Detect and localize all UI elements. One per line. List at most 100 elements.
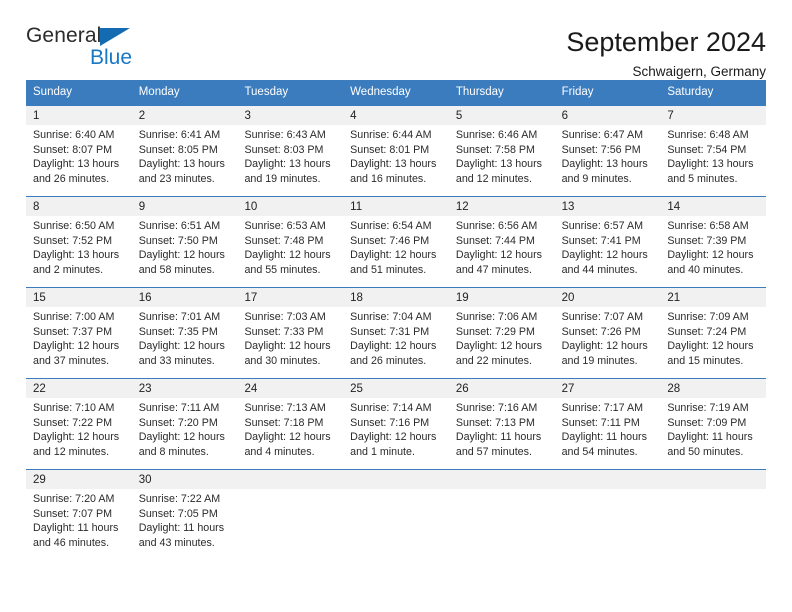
sunset-text: Sunset: 7:20 PM [138,416,218,429]
daylight-text-line2: and 4 minutes. [244,445,315,458]
day-details: Sunrise: 6:53 AM Sunset: 7:48 PM Dayligh… [237,216,343,285]
generalblue-logo[interactable]: General Blue [26,24,156,72]
daylight-text-line2: and 26 minutes. [33,172,110,185]
day-cell[interactable]: 5 Sunrise: 6:46 AM Sunset: 7:58 PM Dayli… [448,106,555,196]
daylight-text-line2: and 16 minutes. [350,172,427,185]
daylight-text-line2: and 19 minutes. [561,354,638,367]
day-cell[interactable]: 3 Sunrise: 6:43 AM Sunset: 8:03 PM Dayli… [237,106,344,196]
day-number: 13 [554,197,661,216]
day-number [660,470,767,489]
sunrise-text: Sunrise: 7:14 AM [350,402,432,414]
day-cell[interactable]: 27 Sunrise: 7:17 AM Sunset: 7:11 PM Dayl… [554,379,661,469]
sunset-text: Sunset: 7:52 PM [33,234,113,247]
day-cell[interactable]: 26 Sunrise: 7:16 AM Sunset: 7:13 PM Dayl… [448,379,555,469]
weekday-header-saturday: Saturday [667,86,714,98]
day-cell[interactable]: 9 Sunrise: 6:51 AM Sunset: 7:50 PM Dayli… [131,197,238,287]
day-number: 14 [660,197,767,216]
day-cell[interactable]: 19 Sunrise: 7:06 AM Sunset: 7:29 PM Dayl… [448,288,555,378]
day-details: Sunrise: 6:46 AM Sunset: 7:58 PM Dayligh… [449,125,555,194]
sunrise-text: Sunrise: 6:40 AM [33,129,115,141]
day-number [343,470,449,489]
weekday-header-friday: Friday [561,86,594,98]
day-cell[interactable]: 20 Sunrise: 7:07 AM Sunset: 7:26 PM Dayl… [554,288,661,378]
day-details: Sunrise: 6:41 AM Sunset: 8:05 PM Dayligh… [132,125,238,194]
day-cell[interactable]: 24 Sunrise: 7:13 AM Sunset: 7:18 PM Dayl… [237,379,344,469]
day-cell[interactable]: 1 Sunrise: 6:40 AM Sunset: 8:07 PM Dayli… [26,106,132,196]
daylight-text-line1: Daylight: 12 hours [350,249,437,262]
day-details [449,489,555,500]
week-row: 8 Sunrise: 6:50 AM Sunset: 7:52 PM Dayli… [26,196,767,287]
sunset-text: Sunset: 7:56 PM [561,143,641,156]
day-details: Sunrise: 7:14 AM Sunset: 7:16 PM Dayligh… [343,398,449,467]
sunset-text: Sunset: 7:11 PM [561,416,640,429]
day-cell[interactable]: 21 Sunrise: 7:09 AM Sunset: 7:24 PM Dayl… [660,288,767,378]
day-cell[interactable]: 30 Sunrise: 7:22 AM Sunset: 7:05 PM Dayl… [131,470,238,560]
day-details: Sunrise: 6:58 AM Sunset: 7:39 PM Dayligh… [660,216,766,285]
day-cell[interactable]: 16 Sunrise: 7:01 AM Sunset: 7:35 PM Dayl… [131,288,238,378]
daylight-text-line1: Daylight: 12 hours [244,340,331,353]
daylight-text-line1: Daylight: 11 hours [561,431,647,444]
day-details: Sunrise: 6:50 AM Sunset: 7:52 PM Dayligh… [26,216,132,285]
daylight-text-line2: and 43 minutes. [138,536,215,549]
day-cell[interactable]: 11 Sunrise: 6:54 AM Sunset: 7:46 PM Dayl… [343,197,449,287]
daylight-text-line1: Daylight: 12 hours [33,340,120,353]
day-cell-empty [660,470,767,560]
sunrise-text: Sunrise: 7:09 AM [667,311,749,323]
day-details [237,489,343,500]
sunset-text: Sunset: 7:22 PM [33,416,113,429]
sunset-text: Sunset: 7:13 PM [455,416,535,429]
sunset-text: Sunset: 7:35 PM [138,325,218,338]
sunrise-text: Sunrise: 6:47 AM [561,129,643,141]
day-cell[interactable]: 7 Sunrise: 6:48 AM Sunset: 7:54 PM Dayli… [660,106,767,196]
daylight-text-line1: Daylight: 13 hours [33,249,120,262]
day-cell[interactable]: 25 Sunrise: 7:14 AM Sunset: 7:16 PM Dayl… [343,379,449,469]
day-number: 18 [343,288,449,307]
day-number: 5 [448,106,555,125]
day-cell[interactable]: 8 Sunrise: 6:50 AM Sunset: 7:52 PM Dayli… [26,197,132,287]
sunrise-text: Sunrise: 6:57 AM [561,220,643,232]
day-details: Sunrise: 7:16 AM Sunset: 7:13 PM Dayligh… [449,398,555,467]
daylight-text-line1: Daylight: 12 hours [138,249,225,262]
day-cell[interactable]: 13 Sunrise: 6:57 AM Sunset: 7:41 PM Dayl… [554,197,661,287]
day-details: Sunrise: 7:20 AM Sunset: 7:07 PM Dayligh… [26,489,132,558]
sunrise-text: Sunrise: 7:03 AM [244,311,326,323]
day-cell[interactable]: 23 Sunrise: 7:11 AM Sunset: 7:20 PM Dayl… [131,379,238,469]
daylight-text-line1: Daylight: 12 hours [667,249,754,262]
daylight-text-line2: and 58 minutes. [138,263,215,276]
day-cell[interactable]: 10 Sunrise: 6:53 AM Sunset: 7:48 PM Dayl… [237,197,344,287]
daylight-text-line2: and 26 minutes. [350,354,427,367]
daylight-text-line1: Daylight: 13 hours [244,158,331,171]
daylight-text-line2: and 12 minutes. [33,445,110,458]
day-cell[interactable]: 29 Sunrise: 7:20 AM Sunset: 7:07 PM Dayl… [26,470,132,560]
day-cell[interactable]: 2 Sunrise: 6:41 AM Sunset: 8:05 PM Dayli… [131,106,238,196]
weekday-header-row: Sunday Monday Tuesday Wednesday Thursday… [26,80,766,105]
day-cell-empty [343,470,449,560]
day-cell[interactable]: 18 Sunrise: 7:04 AM Sunset: 7:31 PM Dayl… [343,288,449,378]
day-cell[interactable]: 17 Sunrise: 7:03 AM Sunset: 7:33 PM Dayl… [237,288,344,378]
sunrise-text: Sunrise: 6:43 AM [244,129,326,141]
day-cell[interactable]: 12 Sunrise: 6:56 AM Sunset: 7:44 PM Dayl… [448,197,555,287]
day-cell[interactable]: 15 Sunrise: 7:00 AM Sunset: 7:37 PM Dayl… [26,288,132,378]
day-cell[interactable]: 28 Sunrise: 7:19 AM Sunset: 7:09 PM Dayl… [660,379,767,469]
daylight-text-line2: and 50 minutes. [667,445,744,458]
day-number: 4 [343,106,449,125]
day-cell[interactable]: 22 Sunrise: 7:10 AM Sunset: 7:22 PM Dayl… [26,379,132,469]
sunset-text: Sunset: 7:24 PM [667,325,747,338]
day-number: 29 [26,470,132,489]
day-cell[interactable]: 14 Sunrise: 6:58 AM Sunset: 7:39 PM Dayl… [660,197,767,287]
sunrise-text: Sunrise: 7:13 AM [244,402,326,414]
day-number: 28 [660,379,767,398]
day-details: Sunrise: 7:04 AM Sunset: 7:31 PM Dayligh… [343,307,449,376]
daylight-text-line1: Daylight: 13 hours [561,158,648,171]
day-details: Sunrise: 6:51 AM Sunset: 7:50 PM Dayligh… [132,216,238,285]
day-cell[interactable]: 4 Sunrise: 6:44 AM Sunset: 8:01 PM Dayli… [343,106,449,196]
sunrise-text: Sunrise: 7:07 AM [561,311,643,323]
sunrise-text: Sunrise: 6:58 AM [667,220,749,232]
weekday-header-tuesday: Tuesday [244,86,289,98]
calendar-grid: Sunday Monday Tuesday Wednesday Thursday… [26,80,767,560]
title-block: September 2024 Schwaigern, Germany [566,24,766,81]
page-subtitle: Schwaigern, Germany [632,64,766,79]
day-cell[interactable]: 6 Sunrise: 6:47 AM Sunset: 7:56 PM Dayli… [554,106,661,196]
daylight-text-line2: and 19 minutes. [244,172,321,185]
daylight-text-line2: and 15 minutes. [667,354,744,367]
